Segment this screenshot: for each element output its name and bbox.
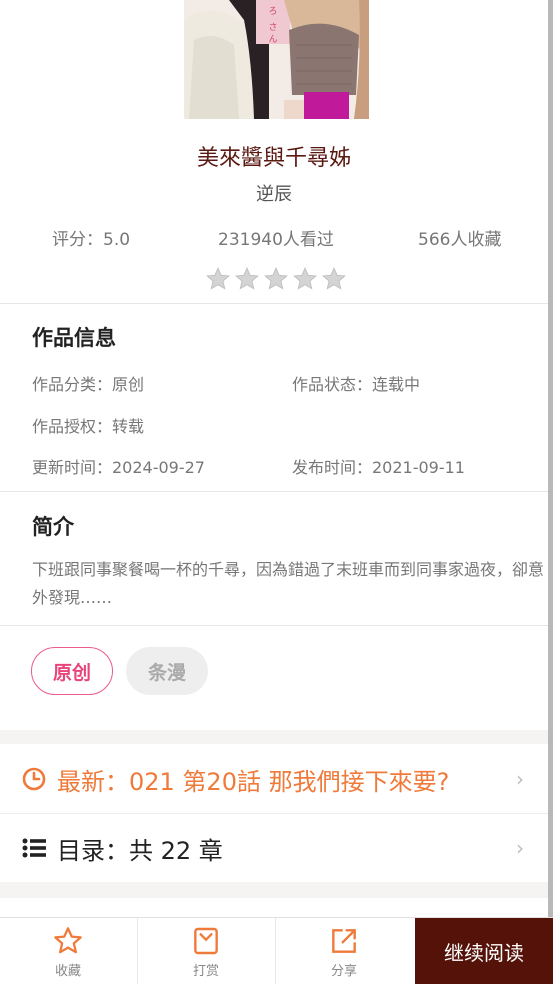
favorite-button[interactable]: 收藏 [0,918,136,984]
star-icon[interactable] [321,266,347,292]
reward-icon [194,927,218,955]
rating-text: 评分：5.0 [52,230,131,250]
clock-icon [22,767,46,791]
star-icon[interactable] [234,266,260,292]
info-section-title: 作品信息 [32,326,116,350]
rating-stars[interactable] [205,266,347,292]
cover-image: ろ さ ん [184,0,369,119]
info-published: 发布时间：2021-09-11 [292,458,465,477]
info-category: 作品分类：原创 [32,375,145,394]
svg-text:ん: ん [268,34,277,45]
comic-title: 美來醬與千尋姊 [196,146,351,171]
share-label: 分享 [330,964,357,979]
favorite-label: 收藏 [54,964,81,979]
star-icon[interactable] [263,266,289,292]
section-gap [0,730,548,744]
intro-section-title: 简介 [32,515,74,539]
star-icon[interactable] [292,266,318,292]
svg-text:さ: さ [268,22,277,33]
intro-text: 下班跟同事聚餐喝一杯的千尋，因為錯過了末班車而到同事家過夜，卻意外發現…… [32,560,545,607]
catalog-label: 目录：共 22 章 [57,836,223,865]
info-license: 作品授权：转载 [32,417,145,436]
tag-strip-comic[interactable]: 条漫 [126,647,208,695]
reward-label: 打赏 [192,964,219,979]
views-text: 231940人看过 [218,230,334,250]
chevron-right-icon: › [516,767,524,791]
star-icon[interactable] [205,266,231,292]
info-status: 作品状态：连载中 [292,375,421,394]
section-gap [0,882,548,898]
tag-original[interactable]: 原创 [31,647,113,695]
star-outline-icon [54,927,82,954]
reward-button[interactable]: 打赏 [138,918,274,984]
list-icon [22,838,46,858]
svg-text:ろ: ろ [268,6,277,17]
share-button[interactable]: 分享 [276,918,412,984]
catalog-row[interactable]: 目录：共 22 章 › [0,814,548,882]
comic-author[interactable]: 逆辰 [0,180,548,206]
favorites-text: 566人收藏 [418,230,502,250]
divider [0,491,548,492]
share-icon [332,929,356,953]
latest-chapter-row[interactable]: 最新：021 第20話 那我們接下來要? › [0,745,548,814]
info-updated: 更新时间：2024-09-27 [32,458,205,477]
divider [0,625,548,626]
scrollbar[interactable] [548,0,553,983]
latest-chapter-label: 最新：021 第20話 那我們接下來要? [57,767,450,796]
divider [0,303,548,304]
bottom-action-bar: 收藏 打赏 分享 继续阅读 [0,917,553,984]
continue-reading-button[interactable]: 继续阅读 [415,918,553,984]
chevron-right-icon: › [516,836,524,860]
